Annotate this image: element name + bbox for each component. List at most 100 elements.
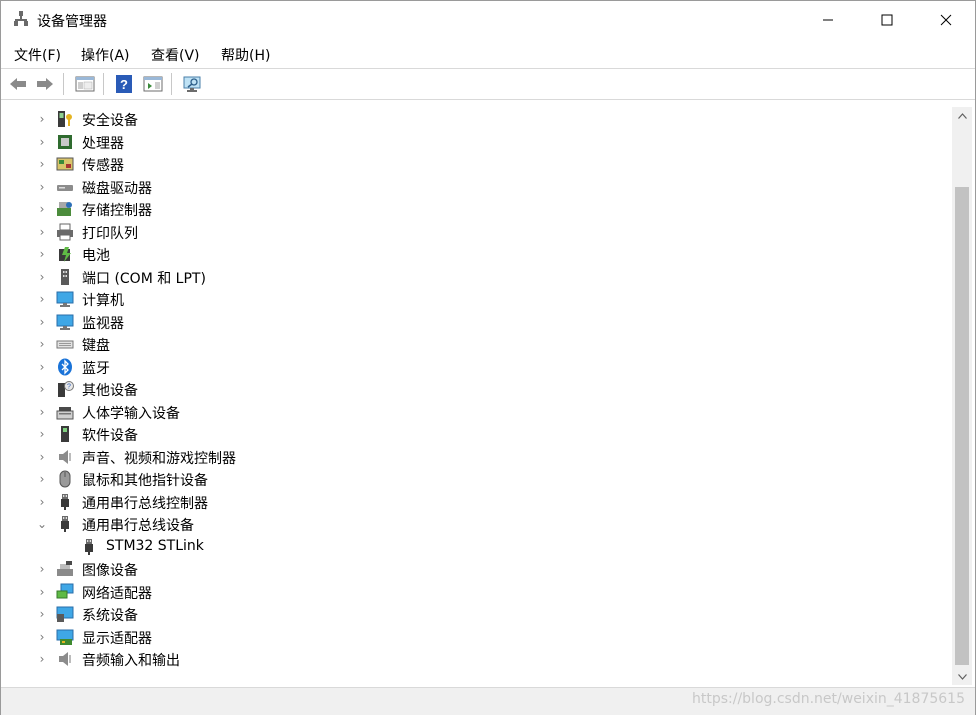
close-button[interactable]: [923, 1, 969, 39]
tree-item-label: 存储控制器: [82, 203, 152, 219]
tree-category-item[interactable]: › 通用串行总线控制器: [3, 491, 943, 513]
scroll-down-button[interactable]: [952, 668, 972, 685]
port-icon: [61, 268, 69, 285]
bluetooth-icon: [58, 358, 72, 375]
status-bar: https://blog.csdn.net/weixin_41875615: [1, 687, 975, 715]
action-pane-button[interactable]: [142, 73, 164, 95]
tree-category-item[interactable]: › 监视器: [3, 311, 943, 333]
scroll-thumb[interactable]: [955, 187, 969, 665]
chevron-right-icon[interactable]: ›: [36, 381, 48, 397]
tree-item-label: 端口 (COM 和 LPT): [82, 270, 206, 287]
other-device-icon: ?: [58, 381, 74, 397]
menu-help[interactable]: 帮助(H): [221, 45, 270, 65]
chevron-right-icon[interactable]: ›: [36, 494, 48, 510]
chevron-right-icon[interactable]: ›: [36, 201, 48, 217]
network-adapter-icon: [56, 583, 74, 598]
mouse-icon: [59, 470, 71, 488]
chevron-right-icon[interactable]: ›: [36, 134, 48, 150]
chevron-right-icon[interactable]: ›: [36, 224, 48, 240]
tree-item-label: 计算机: [82, 293, 124, 309]
processor-icon: [58, 134, 72, 149]
tree-category-item[interactable]: › 图像设备: [3, 558, 943, 580]
tree-category-item[interactable]: ›? 其他设备: [3, 378, 943, 400]
keyboard-icon: [56, 340, 74, 349]
tree-category-item[interactable]: › 鼠标和其他指针设备: [3, 468, 943, 490]
svg-text:?: ?: [67, 384, 71, 391]
chevron-right-icon[interactable]: ›: [36, 561, 48, 577]
chevron-right-icon[interactable]: ›: [36, 269, 48, 285]
chevron-right-icon[interactable]: ›: [36, 246, 48, 262]
tree-category-item[interactable]: › 磁盘驱动器: [3, 176, 943, 198]
tree-category-item[interactable]: › 网络适配器: [3, 581, 943, 603]
hid-icon: [56, 406, 74, 419]
tree-category-item[interactable]: › 显示适配器: [3, 626, 943, 648]
tree-item-label: 通用串行总线控制器: [82, 495, 208, 512]
usb-icon: [61, 516, 69, 532]
chevron-right-icon[interactable]: ›: [36, 111, 48, 127]
chevron-right-icon[interactable]: ›: [36, 584, 48, 600]
show-hide-tree-button[interactable]: [74, 73, 96, 95]
tree-category-item[interactable]: › 计算机: [3, 288, 943, 310]
chevron-right-icon[interactable]: ›: [36, 606, 48, 622]
chevron-right-icon[interactable]: ›: [36, 156, 48, 172]
chevron-right-icon[interactable]: ›: [36, 314, 48, 330]
chevron-right-icon[interactable]: ›: [36, 359, 48, 375]
tree-item-label: 系统设备: [82, 608, 138, 624]
watermark-text: https://blog.csdn.net/weixin_41875615: [691, 691, 965, 707]
chevron-right-icon[interactable]: ›: [36, 426, 48, 442]
scan-hardware-icon: [183, 76, 201, 92]
tree-item-label: 显示适配器: [82, 630, 152, 647]
tree-item-label: 音频输入和输出: [82, 653, 180, 669]
title-bar: 设备管理器: [1, 1, 975, 39]
chevron-right-icon[interactable]: ›: [36, 449, 48, 465]
chevron-right-icon[interactable]: ›: [36, 336, 48, 352]
tree-item-label: 打印队列: [82, 225, 138, 242]
help-button[interactable]: ?: [113, 73, 135, 95]
minimize-button[interactable]: [805, 1, 851, 39]
device-manager-window: 设备管理器 文件(F) 操作(A) 查看(V) 帮助(H) ? › 安全设备 ›…: [0, 0, 976, 715]
tree-category-item[interactable]: › 端口 (COM 和 LPT): [3, 266, 943, 288]
tree-category-item[interactable]: › 处理器: [3, 131, 943, 153]
tree-category-item[interactable]: › 系统设备: [3, 603, 943, 625]
tree-item-label: 通用串行总线设备: [82, 518, 194, 534]
forward-button[interactable]: [34, 73, 56, 95]
maximize-icon: [881, 14, 893, 26]
chevron-right-icon[interactable]: ›: [36, 291, 48, 307]
chevron-right-icon[interactable]: ›: [36, 404, 48, 420]
chevron-right-icon[interactable]: ›: [36, 629, 48, 645]
system-device-icon: [56, 606, 74, 622]
tree-category-item[interactable]: › 键盘: [3, 333, 943, 355]
tree-category-item[interactable]: › 电池: [3, 243, 943, 265]
scroll-up-button[interactable]: [952, 107, 972, 124]
chevron-right-icon[interactable]: ›: [36, 651, 48, 667]
chevron-right-icon[interactable]: ›: [36, 179, 48, 195]
tree-category-item[interactable]: › 安全设备: [3, 108, 943, 130]
tree-category-item[interactable]: › 软件设备: [3, 423, 943, 445]
tree-category-item[interactable]: › 打印队列: [3, 221, 943, 243]
display-adapter-icon: [56, 629, 74, 645]
show-hide-console-tree-icon: [75, 76, 95, 92]
menu-view[interactable]: 查看(V): [151, 45, 200, 65]
tree-child-item[interactable]: STM32 STLink: [3, 536, 943, 558]
chevron-down-icon[interactable]: ⌄: [36, 516, 48, 532]
back-button[interactable]: [7, 73, 29, 95]
tree-category-item[interactable]: › 人体学输入设备: [3, 401, 943, 423]
menu-file[interactable]: 文件(F): [14, 45, 61, 65]
tree-category-item[interactable]: › 蓝牙: [3, 356, 943, 378]
software-device-icon: [61, 426, 69, 442]
help-icon: ?: [116, 75, 132, 93]
chevron-right-icon[interactable]: ›: [36, 471, 48, 487]
maximize-button[interactable]: [864, 1, 910, 39]
tree-category-item[interactable]: ⌄ 通用串行总线设备: [3, 513, 943, 535]
tree-item-label: 安全设备: [82, 113, 138, 129]
menu-action[interactable]: 操作(A): [81, 45, 130, 65]
tree-category-item[interactable]: › 声音、视频和游戏控制器: [3, 446, 943, 468]
tree-category-item[interactable]: › 存储控制器: [3, 198, 943, 220]
tree-category-item[interactable]: › 传感器: [3, 153, 943, 175]
chevron-up-icon: [957, 112, 967, 119]
vertical-scrollbar[interactable]: [952, 107, 972, 685]
toolbar-separator: [63, 73, 64, 95]
tree-category-item[interactable]: › 音频输入和输出: [3, 648, 943, 670]
scan-hardware-button[interactable]: [181, 73, 203, 95]
toolbar-separator: [171, 73, 172, 95]
